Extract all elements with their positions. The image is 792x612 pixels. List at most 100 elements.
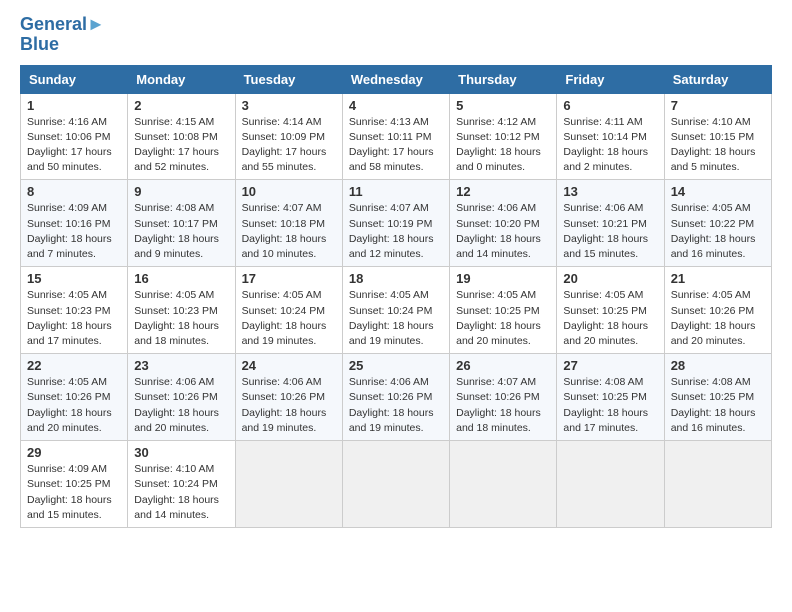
calendar-day-cell xyxy=(450,441,557,528)
day-info: Sunrise: 4:06 AM Sunset: 10:26 PM Daylig… xyxy=(134,375,228,436)
day-info: Sunrise: 4:05 AM Sunset: 10:25 PM Daylig… xyxy=(563,288,657,349)
calendar-table: SundayMondayTuesdayWednesdayThursdayFrid… xyxy=(20,65,772,528)
calendar-day-cell xyxy=(664,441,771,528)
day-number: 18 xyxy=(349,271,443,286)
day-of-week-header: Tuesday xyxy=(235,65,342,93)
calendar-day-cell: 21Sunrise: 4:05 AM Sunset: 10:26 PM Dayl… xyxy=(664,267,771,354)
calendar-day-cell xyxy=(557,441,664,528)
day-info: Sunrise: 4:05 AM Sunset: 10:22 PM Daylig… xyxy=(671,201,765,262)
day-number: 10 xyxy=(242,184,336,199)
calendar-day-cell xyxy=(342,441,449,528)
calendar-week-row: 8Sunrise: 4:09 AM Sunset: 10:16 PM Dayli… xyxy=(21,180,772,267)
calendar-day-cell: 14 Sunrise: 4:05 AM Sunset: 10:22 PM Dayl… xyxy=(664,180,771,267)
day-info: Sunrise: 4:08 AM Sunset: 10:25 PM Daylig… xyxy=(671,375,765,436)
day-of-week-header: Saturday xyxy=(664,65,771,93)
day-number: 5 xyxy=(456,98,550,113)
calendar-day-cell: 10 Sunrise: 4:07 AM Sunset: 10:18 PM Dayl… xyxy=(235,180,342,267)
calendar-week-row: 22Sunrise: 4:05 AM Sunset: 10:26 PM Dayl… xyxy=(21,354,772,441)
calendar-day-cell: 19 Sunrise: 4:05 AM Sunset: 10:25 PM Dayl… xyxy=(450,267,557,354)
day-number: 13 xyxy=(563,184,657,199)
day-number: 24 xyxy=(242,358,336,373)
calendar-day-cell: 12Sunrise: 4:06 AM Sunset: 10:20 PM Dayl… xyxy=(450,180,557,267)
calendar-day-cell: 25 Sunrise: 4:06 AM Sunset: 10:26 PM Dayl… xyxy=(342,354,449,441)
calendar-day-cell: 27 Sunrise: 4:08 AM Sunset: 10:25 PM Dayl… xyxy=(557,354,664,441)
day-info: Sunrise: 4:07 AM Sunset: 10:19 PM Daylig… xyxy=(349,201,443,262)
calendar-day-cell: 9 Sunrise: 4:08 AM Sunset: 10:17 PM Dayli… xyxy=(128,180,235,267)
calendar-day-cell: 30Sunrise: 4:10 AM Sunset: 10:24 PM Dayl… xyxy=(128,441,235,528)
calendar-day-cell: 23 Sunrise: 4:06 AM Sunset: 10:26 PM Dayl… xyxy=(128,354,235,441)
calendar-body: 1 Sunrise: 4:16 AM Sunset: 10:06 PM Dayli… xyxy=(21,93,772,527)
calendar-day-cell: 18Sunrise: 4:05 AM Sunset: 10:24 PM Dayl… xyxy=(342,267,449,354)
calendar-day-cell: 11 Sunrise: 4:07 AM Sunset: 10:19 PM Dayl… xyxy=(342,180,449,267)
day-info: Sunrise: 4:09 AM Sunset: 10:25 PM Daylig… xyxy=(27,462,121,523)
day-number: 26 xyxy=(456,358,550,373)
day-info: Sunrise: 4:10 AM Sunset: 10:24 PM Daylig… xyxy=(134,462,228,523)
day-number: 3 xyxy=(242,98,336,113)
calendar-day-cell: 20 Sunrise: 4:05 AM Sunset: 10:25 PM Dayl… xyxy=(557,267,664,354)
calendar-day-cell: 3 Sunrise: 4:14 AM Sunset: 10:09 PM Dayli… xyxy=(235,93,342,180)
day-of-week-header: Friday xyxy=(557,65,664,93)
page-header: General► Blue xyxy=(20,15,772,55)
calendar-week-row: 1 Sunrise: 4:16 AM Sunset: 10:06 PM Dayli… xyxy=(21,93,772,180)
day-number: 29 xyxy=(27,445,121,460)
day-number: 19 xyxy=(456,271,550,286)
days-of-week-row: SundayMondayTuesdayWednesdayThursdayFrid… xyxy=(21,65,772,93)
day-number: 25 xyxy=(349,358,443,373)
day-info: Sunrise: 4:15 AM Sunset: 10:08 PM Daylig… xyxy=(134,115,228,176)
day-info: Sunrise: 4:05 AM Sunset: 10:26 PM Daylig… xyxy=(671,288,765,349)
day-info: Sunrise: 4:12 AM Sunset: 10:12 PM Daylig… xyxy=(456,115,550,176)
calendar-day-cell: 13 Sunrise: 4:06 AM Sunset: 10:21 PM Dayl… xyxy=(557,180,664,267)
calendar-day-cell: 5 Sunrise: 4:12 AM Sunset: 10:12 PM Dayli… xyxy=(450,93,557,180)
calendar-day-cell: 4 Sunrise: 4:13 AM Sunset: 10:11 PM Dayli… xyxy=(342,93,449,180)
day-info: Sunrise: 4:05 AM Sunset: 10:24 PM Daylig… xyxy=(242,288,336,349)
day-info: Sunrise: 4:07 AM Sunset: 10:26 PM Daylig… xyxy=(456,375,550,436)
day-number: 6 xyxy=(563,98,657,113)
day-info: Sunrise: 4:08 AM Sunset: 10:17 PM Daylig… xyxy=(134,201,228,262)
day-info: Sunrise: 4:05 AM Sunset: 10:23 PM Daylig… xyxy=(134,288,228,349)
day-number: 23 xyxy=(134,358,228,373)
day-number: 8 xyxy=(27,184,121,199)
calendar-day-cell: 2Sunrise: 4:15 AM Sunset: 10:08 PM Dayli… xyxy=(128,93,235,180)
day-info: Sunrise: 4:05 AM Sunset: 10:26 PM Daylig… xyxy=(27,375,121,436)
day-number: 1 xyxy=(27,98,121,113)
calendar-day-cell: 22Sunrise: 4:05 AM Sunset: 10:26 PM Dayl… xyxy=(21,354,128,441)
logo: General► Blue xyxy=(20,15,105,55)
day-info: Sunrise: 4:11 AM Sunset: 10:14 PM Daylig… xyxy=(563,115,657,176)
calendar-week-row: 15 Sunrise: 4:05 AM Sunset: 10:23 PM Dayl… xyxy=(21,267,772,354)
day-number: 17 xyxy=(242,271,336,286)
calendar-day-cell: 26 Sunrise: 4:07 AM Sunset: 10:26 PM Dayl… xyxy=(450,354,557,441)
day-number: 14 xyxy=(671,184,765,199)
day-info: Sunrise: 4:06 AM Sunset: 10:26 PM Daylig… xyxy=(242,375,336,436)
calendar-day-cell: 8Sunrise: 4:09 AM Sunset: 10:16 PM Dayli… xyxy=(21,180,128,267)
calendar-day-cell: 7Sunrise: 4:10 AM Sunset: 10:15 PM Dayli… xyxy=(664,93,771,180)
day-number: 11 xyxy=(349,184,443,199)
day-info: Sunrise: 4:07 AM Sunset: 10:18 PM Daylig… xyxy=(242,201,336,262)
calendar-day-cell xyxy=(235,441,342,528)
day-number: 4 xyxy=(349,98,443,113)
day-number: 15 xyxy=(27,271,121,286)
calendar-day-cell: 1 Sunrise: 4:16 AM Sunset: 10:06 PM Dayli… xyxy=(21,93,128,180)
calendar-day-cell: 28 Sunrise: 4:08 AM Sunset: 10:25 PM Dayl… xyxy=(664,354,771,441)
day-number: 12 xyxy=(456,184,550,199)
day-of-week-header: Monday xyxy=(128,65,235,93)
calendar-week-row: 29 Sunrise: 4:09 AM Sunset: 10:25 PM Dayl… xyxy=(21,441,772,528)
day-info: Sunrise: 4:08 AM Sunset: 10:25 PM Daylig… xyxy=(563,375,657,436)
calendar-day-cell: 15Sunrise: 4:05 AM Sunset: 10:23 PM Dayl… xyxy=(21,267,128,354)
day-of-week-header: Thursday xyxy=(450,65,557,93)
day-number: 9 xyxy=(134,184,228,199)
calendar-day-cell: 16 Sunrise: 4:05 AM Sunset: 10:23 PM Dayl… xyxy=(128,267,235,354)
day-number: 28 xyxy=(671,358,765,373)
day-number: 27 xyxy=(563,358,657,373)
calendar-day-cell: 29 Sunrise: 4:09 AM Sunset: 10:25 PM Dayl… xyxy=(21,441,128,528)
day-of-week-header: Wednesday xyxy=(342,65,449,93)
calendar-day-cell: 24 Sunrise: 4:06 AM Sunset: 10:26 PM Dayl… xyxy=(235,354,342,441)
day-info: Sunrise: 4:14 AM Sunset: 10:09 PM Daylig… xyxy=(242,115,336,176)
day-number: 20 xyxy=(563,271,657,286)
day-info: Sunrise: 4:16 AM Sunset: 10:06 PM Daylig… xyxy=(27,115,121,176)
day-info: Sunrise: 4:06 AM Sunset: 10:21 PM Daylig… xyxy=(563,201,657,262)
day-info: Sunrise: 4:13 AM Sunset: 10:11 PM Daylig… xyxy=(349,115,443,176)
day-info: Sunrise: 4:05 AM Sunset: 10:25 PM Daylig… xyxy=(456,288,550,349)
calendar-day-cell: 6 Sunrise: 4:11 AM Sunset: 10:14 PM Dayli… xyxy=(557,93,664,180)
day-info: Sunrise: 4:06 AM Sunset: 10:26 PM Daylig… xyxy=(349,375,443,436)
day-number: 16 xyxy=(134,271,228,286)
